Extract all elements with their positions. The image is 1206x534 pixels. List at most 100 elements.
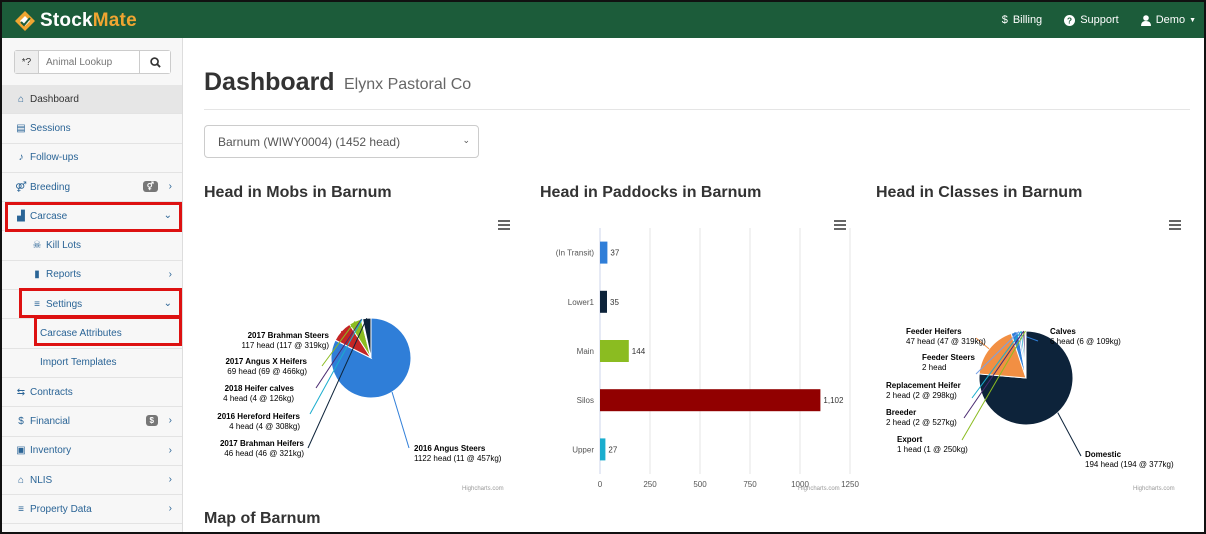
pie-label-name: Export (897, 435, 923, 444)
chevron-right-icon: › (168, 268, 172, 280)
category-label: Main (577, 347, 594, 356)
mobs-chart-menu-button[interactable] (498, 220, 510, 230)
billing-link[interactable]: $ Billing (1002, 14, 1042, 26)
brand-name: StockMate (40, 10, 137, 32)
sidebar-item-label: Financial (30, 415, 71, 427)
contracts-icon: ⇆ (16, 386, 26, 398)
paddocks-bar-chart: 0 250 500 750 1000 1250(In Transit) 37Lower1 35… (556, 228, 859, 488)
sidebar-item-label: Property Data (30, 503, 92, 515)
caret-down-icon: ▼ (1189, 16, 1196, 24)
bar-chart-icon: ▮ (34, 269, 40, 281)
paddocks-chart-credits[interactable]: Highcharts.com (798, 486, 840, 492)
pie-label-value: 6 head (6 @ 109kg) (1050, 337, 1121, 346)
chevron-down-icon: ⌄ (462, 135, 470, 145)
sidebar-item-breeding[interactable]: ⚤ Breeding ⚥ › (2, 173, 182, 203)
animal-lookup: *? (14, 50, 171, 74)
chevron-right-icon: › (168, 444, 172, 456)
sidebar-item-sessions[interactable]: ▤ Sessions (2, 114, 182, 144)
sidebar-nav: ⌂ Dashboard ▤ Sessions ♪ Follow-ups ⚤ Br… (2, 85, 182, 525)
pie-label-name: Feeder Heifers (906, 327, 962, 336)
pie-label-value: 4 head (4 @ 126kg) (223, 394, 294, 403)
sidebar-item-label: Dashboard (30, 93, 79, 105)
x-tick-label: 0 (598, 480, 603, 488)
animal-lookup-input[interactable] (39, 51, 139, 73)
skull-icon: ☠ (32, 240, 42, 252)
pie-label-name: Replacement Heifer (886, 381, 961, 390)
user-menu[interactable]: Demo ▼ (1140, 14, 1196, 26)
user-label: Demo (1155, 14, 1186, 26)
pie-label-value: 1 head (1 @ 250kg) (897, 445, 968, 454)
bar[interactable] (600, 290, 607, 313)
chevron-right-icon: › (168, 473, 172, 485)
sidebar-item-follow-ups[interactable]: ♪ Follow-ups (2, 144, 182, 173)
search-icon (149, 56, 161, 68)
sidebar-item-contracts[interactable]: ⇆ Contracts (2, 378, 182, 408)
wildcard-toggle[interactable]: *? (15, 51, 39, 73)
question-circle-icon: ? (1064, 14, 1076, 26)
sidebar-item-dashboard[interactable]: ⌂ Dashboard (2, 85, 182, 115)
pie-label-value: 2 head (2 @ 527kg) (886, 418, 957, 427)
pie-label-value: 2 head (922, 363, 946, 372)
pie-label-name: 2018 Heifer calves (225, 384, 295, 393)
sidebar-item-property-data[interactable]: ≡ Property Data › (2, 495, 182, 525)
pie-label-value: 4 head (4 @ 308kg) (229, 422, 300, 431)
classes-chart-credits[interactable]: Highcharts.com (1133, 486, 1175, 492)
pie-label-name: 2017 Brahman Heifers (220, 439, 305, 448)
support-link[interactable]: ? Support (1064, 14, 1119, 26)
x-tick-label: 500 (693, 480, 707, 488)
data-label: 1,102 (823, 396, 844, 405)
bar[interactable] (600, 438, 606, 461)
user-icon (1140, 14, 1151, 26)
pie-connector (1057, 412, 1082, 457)
bar[interactable] (600, 241, 608, 264)
sidebar-item-carcase[interactable]: ▟ Carcase ⌄ (2, 202, 182, 232)
svg-text:?: ? (1067, 16, 1072, 25)
bar[interactable] (600, 340, 629, 362)
bank-icon: ⌂ (17, 474, 25, 486)
data-label: 35 (610, 298, 619, 307)
financial-badge: $ (145, 415, 158, 427)
sidebar-item-financial[interactable]: $ Financial $ › (2, 407, 182, 437)
classes-pie-chart: Domestic194 head (194 @ 377kg) Feeder Hei… (886, 327, 1174, 469)
category-label: Upper (572, 445, 594, 454)
chevron-down-icon: ⌄ (163, 210, 172, 222)
sliders-icon: ≡ (18, 503, 24, 515)
page-title: Dashboard (204, 68, 335, 96)
pie-label-name: Feeder Steers (922, 353, 975, 362)
brand-logo[interactable]: StockMate (14, 6, 137, 36)
sidebar-item-carcase-attributes[interactable]: Carcase Attributes (2, 319, 182, 349)
home-icon: ⌂ (17, 93, 25, 105)
mobs-pie-chart: 2016 Angus Steers1122 head (11 @ 457kg) 2… (217, 317, 502, 463)
pie-label-name: 2016 Angus Steers (414, 444, 486, 453)
pie-label-value: 47 head (47 @ 319kg) (906, 337, 986, 346)
paddocks-chart-title: Head in Paddocks in Barnum (540, 184, 762, 201)
sidebar-item-settings[interactable]: ≡ Settings ⌄ (2, 290, 182, 320)
classes-chart-menu-button[interactable] (1169, 220, 1181, 230)
pie-label-name: 2017 Angus X Heifers (225, 357, 307, 366)
bar[interactable] (600, 389, 821, 412)
property-select[interactable]: Barnum (WIWY0004) (1452 head) ⌄ (204, 125, 479, 158)
sidebar-item-label: Reports (46, 269, 82, 281)
pie-label-value: 69 head (69 @ 466kg) (227, 367, 307, 376)
support-label: Support (1080, 14, 1119, 26)
category-label: Silos (577, 396, 594, 405)
sidebar-item-nlis[interactable]: ⌂ NLIS › (2, 466, 182, 496)
data-label: 27 (608, 445, 617, 454)
page-subtitle: Elynx Pastoral Co (344, 76, 472, 93)
pie-connector (391, 391, 410, 449)
sidebar-item-reports[interactable]: ▮ Reports › (2, 260, 182, 291)
sidebar-item-import-templates[interactable]: Import Templates (2, 349, 182, 378)
sidebar-item-label: Breeding (30, 181, 71, 193)
pie-label-name: 2017 Brahman Steers (248, 331, 330, 340)
classes-chart-title: Head in Classes in Barnum (876, 184, 1083, 201)
dollar-icon: $ (18, 415, 24, 427)
pie-label-value: 194 head (194 @ 377kg) (1085, 460, 1174, 469)
sidebar-item-inventory[interactable]: ▣ Inventory › (2, 437, 182, 466)
divider (204, 109, 1190, 110)
search-button[interactable] (139, 51, 170, 73)
sidebar-item-label: Follow-ups (30, 152, 79, 164)
sliders-icon: ≡ (34, 298, 40, 310)
mobs-chart-credits[interactable]: Highcharts.com (462, 486, 504, 492)
sidebar-item-label: NLIS (30, 474, 53, 486)
sidebar-item-kill-lots[interactable]: ☠ Kill Lots (2, 231, 182, 261)
